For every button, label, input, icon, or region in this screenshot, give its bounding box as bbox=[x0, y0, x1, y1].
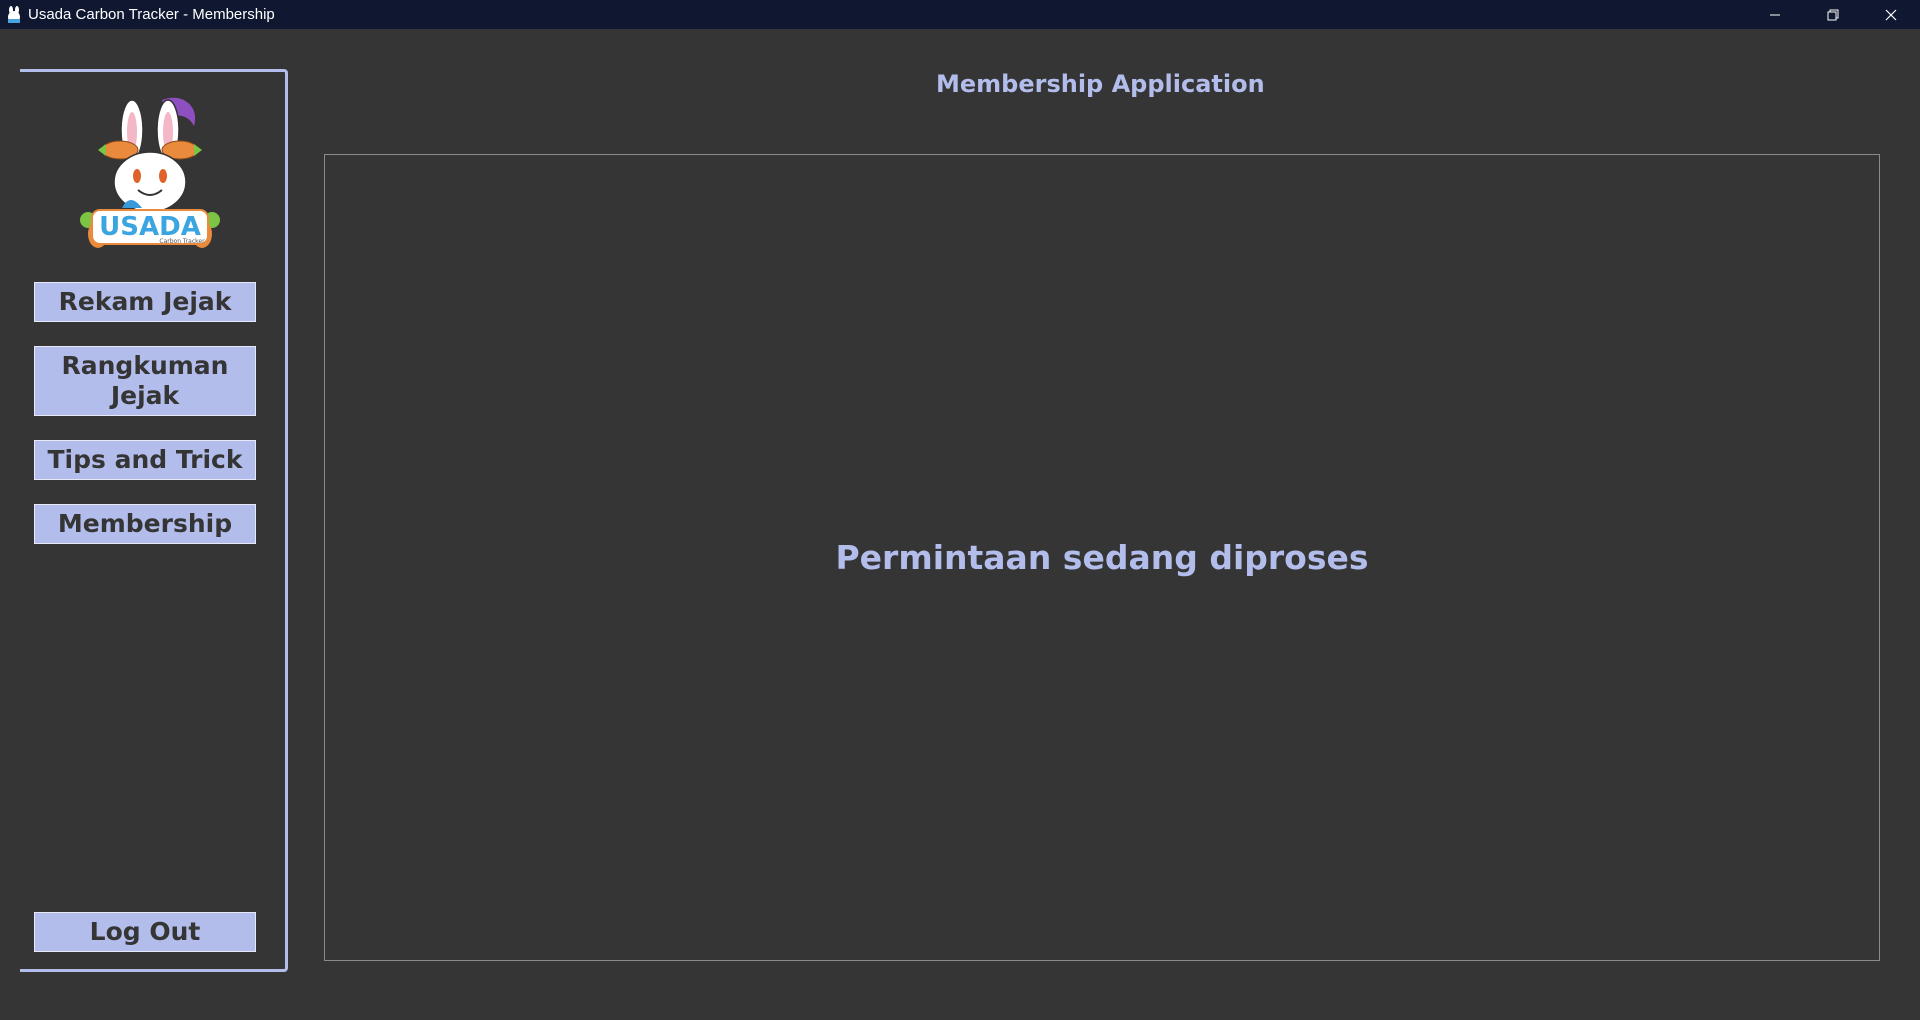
status-message: Permintaan sedang diproses bbox=[835, 538, 1369, 577]
sidebar-item-rekam-jejak[interactable]: Rekam Jejak bbox=[34, 282, 256, 322]
sidebar-item-tips-and-trick[interactable]: Tips and Trick bbox=[34, 440, 256, 480]
restore-button[interactable] bbox=[1804, 0, 1862, 29]
svg-text:Carbon Tracker: Carbon Tracker bbox=[159, 238, 205, 245]
minimize-button[interactable] bbox=[1746, 0, 1804, 29]
close-button[interactable] bbox=[1862, 0, 1920, 29]
close-icon bbox=[1885, 9, 1897, 20]
restore-icon bbox=[1827, 9, 1839, 20]
window-title: Usada Carbon Tracker - Membership bbox=[28, 6, 275, 23]
sidebar-item-rangkuman-jejak[interactable]: Rangkuman Jejak bbox=[34, 346, 256, 416]
sidebar-item-membership[interactable]: Membership bbox=[34, 504, 256, 544]
title-bar: Usada Carbon Tracker - Membership bbox=[0, 0, 1920, 29]
sidebar: USADA Carbon Tracker Rekam Jejak Rangkum… bbox=[20, 69, 288, 972]
content-panel: Permintaan sedang diproses bbox=[324, 154, 1880, 961]
minimize-icon bbox=[1770, 14, 1780, 15]
page-title: Membership Application bbox=[936, 70, 1265, 98]
usada-logo: USADA Carbon Tracker bbox=[80, 97, 220, 248]
logout-button[interactable]: Log Out bbox=[34, 912, 256, 952]
window-controls bbox=[1746, 0, 1920, 29]
app-icon bbox=[5, 5, 23, 24]
